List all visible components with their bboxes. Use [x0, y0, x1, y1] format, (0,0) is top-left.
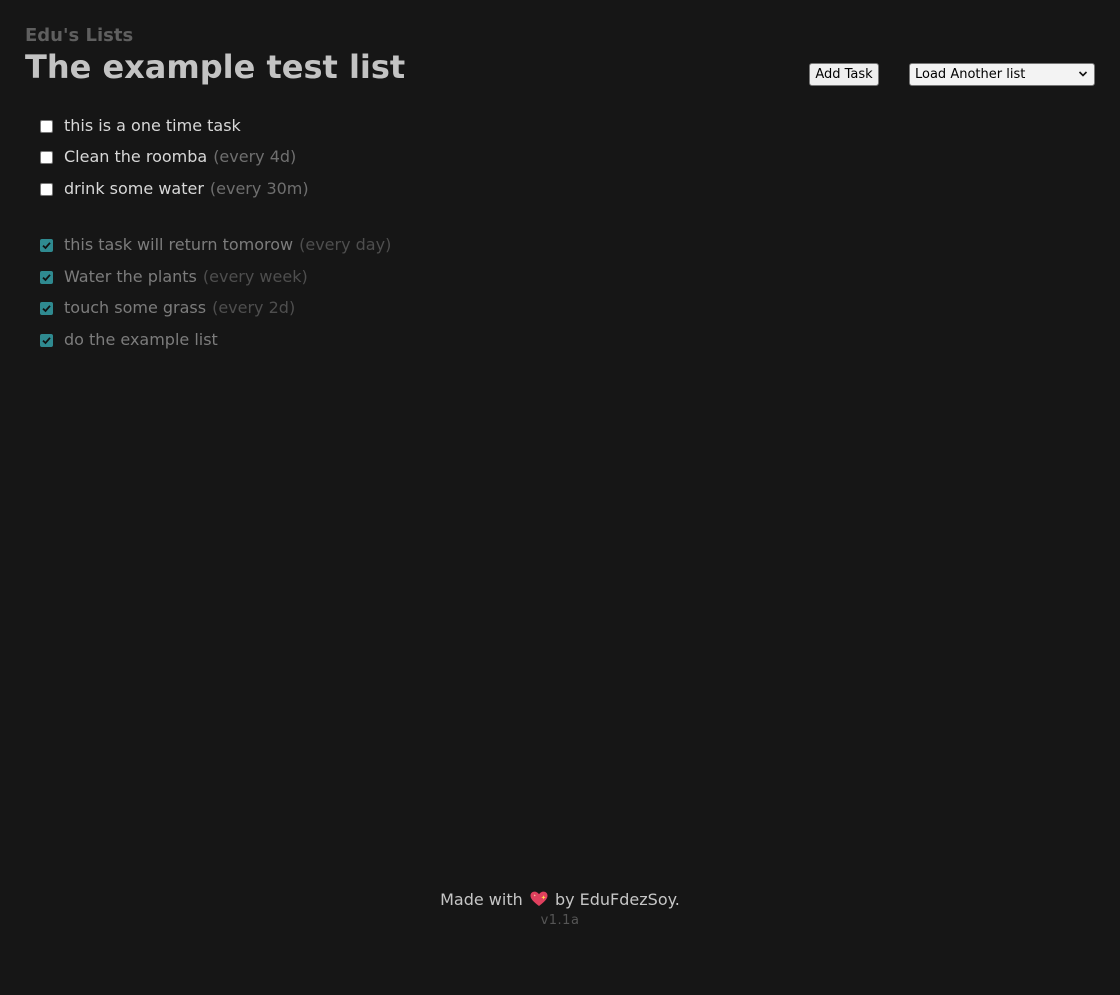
checkmark-icon: [42, 304, 51, 312]
task-name: this task will return tomorow: [64, 235, 294, 254]
task-item[interactable]: drink some water (every 30m): [40, 177, 309, 201]
task-checkbox[interactable]: [40, 301, 53, 315]
task-item[interactable]: Clean the roomba (every 4d): [40, 145, 296, 169]
made-with-text: Made with: [440, 890, 523, 909]
task-frequency: (every day): [299, 235, 392, 254]
task-frequency: (every 2d): [212, 298, 296, 317]
version-label: v1.1a: [540, 913, 580, 928]
checkmark-icon: [42, 336, 51, 344]
task-item[interactable]: this task will return tomorow (every day…: [40, 233, 391, 257]
task-name: Clean the roomba: [64, 147, 208, 166]
task-checkbox[interactable]: [40, 182, 53, 196]
task-name: do the example list: [64, 330, 218, 349]
author-text: by EduFdezSoy.: [554, 890, 680, 909]
chevron-down-icon: [1078, 71, 1088, 77]
task-checkbox[interactable]: [40, 333, 53, 347]
sparkling-heart-icon: [530, 891, 548, 906]
task-checkbox[interactable]: [40, 150, 53, 164]
task-checkbox[interactable]: [40, 238, 53, 252]
task-name: touch some grass: [64, 298, 207, 317]
task-item[interactable]: touch some grass (every 2d): [40, 296, 295, 320]
checkmark-icon: [42, 241, 51, 249]
made-with-line: Made with by EduFdezSoy.: [0, 889, 1120, 911]
task-frequency: (every week): [202, 267, 308, 286]
task-checkbox[interactable]: [40, 119, 53, 133]
task-frequency: (every 30m): [209, 179, 309, 198]
page-title: The example test list: [25, 48, 406, 86]
app-name: Edu's Lists: [25, 25, 134, 46]
task-name: this is a one time task: [64, 116, 241, 135]
load-list-select[interactable]: Load Another list: [909, 63, 1095, 86]
task-item[interactable]: Water the plants (every week): [40, 265, 308, 289]
task-item[interactable]: this is a one time task: [40, 114, 241, 138]
app-root: Edu's Lists The example test list Add Ta…: [0, 0, 1120, 995]
task-name: drink some water: [64, 179, 204, 198]
task-item[interactable]: do the example list: [40, 328, 218, 352]
footer: Made with by EduFdezSoy. v1.1a: [0, 889, 1120, 930]
task-name: Water the plants: [64, 267, 197, 286]
task-frequency: (every 4d): [213, 147, 297, 166]
checkmark-icon: [42, 273, 51, 281]
add-task-button[interactable]: Add Task: [809, 63, 879, 86]
task-checkbox[interactable]: [40, 270, 53, 284]
load-list-select-value: Load Another list: [915, 67, 1026, 82]
